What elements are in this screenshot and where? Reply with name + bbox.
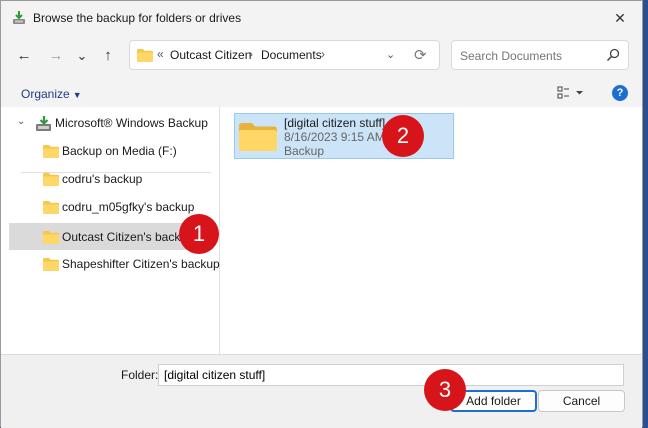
breadcrumb-documents[interactable]: Documents: [261, 48, 322, 62]
back-arrow-icon[interactable]: ←: [13, 45, 35, 67]
help-icon[interactable]: ?: [612, 85, 628, 101]
file-list: [digital citizen stuff] 8/16/2023 9:15 A…: [220, 107, 642, 354]
expand-chevron-icon[interactable]: ⌄: [17, 116, 25, 127]
navigation-bar: ← → ⌄ ↑ « Outcast Citizen › Documents › …: [1, 35, 642, 77]
file-type: Backup: [284, 144, 325, 158]
folder-icon: [43, 258, 59, 271]
command-bar: Organize ▼ ?: [1, 79, 642, 107]
folder-icon: [43, 145, 59, 158]
callout-badge-3: 3: [424, 369, 466, 411]
breadcrumb-outcast-citizen[interactable]: Outcast Citizen: [170, 48, 251, 62]
overflow-chevron-icon[interactable]: «: [157, 47, 164, 61]
tree-item-codru-m05gfky-backup[interactable]: codru_m05gfky's backup: [9, 195, 212, 219]
file-date: 8/16/2023 9:15 AM: [284, 130, 385, 144]
title-bar: Browse the backup for folders or drives …: [1, 1, 642, 35]
organize-menu[interactable]: Organize ▼: [21, 87, 82, 101]
search-input[interactable]: [458, 46, 602, 66]
folder-name-field[interactable]: [158, 364, 624, 386]
tree-item-shapeshifter-citizen-backup[interactable]: Shapeshifter Citizen's backup: [9, 252, 220, 276]
search-box[interactable]: [451, 40, 629, 70]
folder-icon: [239, 123, 277, 151]
address-bar[interactable]: « Outcast Citizen › Documents › ⌄ ⟳: [129, 40, 440, 70]
folder-label: Folder:: [121, 368, 159, 382]
refresh-icon[interactable]: ⟳: [414, 46, 427, 64]
tree-item-codru-backup[interactable]: codru's backup: [9, 167, 212, 191]
file-name: [digital citizen stuff]: [284, 116, 386, 130]
address-dropdown-icon[interactable]: ⌄: [386, 48, 395, 61]
breadcrumb-separator-icon[interactable]: ›: [321, 47, 325, 61]
close-button[interactable]: ✕: [606, 6, 634, 30]
breadcrumb-separator-icon[interactable]: ›: [249, 47, 253, 61]
browse-backup-dialog: Browse the backup for folders or drives …: [0, 0, 643, 428]
folder-icon: [43, 173, 59, 186]
tree-item-windows-backup[interactable]: ⌄ Microsoft® Windows Backup: [9, 111, 212, 135]
search-icon[interactable]: [606, 48, 620, 62]
dialog-footer: Folder: Add folder Cancel: [1, 354, 642, 428]
callout-badge-2: 2: [382, 115, 424, 157]
tree-label: Backup on Media (F:): [62, 144, 177, 158]
tree-label: codru_m05gfky's backup: [62, 200, 195, 214]
callout-badge-1: 1: [179, 214, 219, 254]
caret-down-icon: ▼: [72, 90, 82, 100]
tree-label: codru's backup: [62, 172, 143, 186]
tree-label-windows-backup: Microsoft® Windows Backup: [55, 116, 208, 130]
tree-label: Outcast Citizen's backup: [62, 230, 194, 244]
backup-app-icon: [13, 11, 25, 24]
folder-icon: [43, 231, 59, 244]
up-arrow-icon[interactable]: ↑: [97, 45, 119, 67]
forward-arrow-icon[interactable]: →: [45, 45, 67, 67]
cancel-button[interactable]: Cancel: [538, 390, 625, 412]
folder-icon: [137, 49, 153, 62]
folder-icon: [43, 201, 59, 214]
tree-item-backup-on-media[interactable]: Backup on Media (F:): [9, 139, 212, 163]
windows-backup-icon: [36, 116, 51, 131]
window-title: Browse the backup for folders or drives: [33, 11, 242, 25]
tree-label: Shapeshifter Citizen's backup: [62, 257, 220, 271]
organize-label: Organize: [21, 87, 70, 101]
recent-locations-chevron-icon[interactable]: ⌄: [71, 45, 93, 67]
change-view-icon[interactable]: [557, 85, 587, 101]
